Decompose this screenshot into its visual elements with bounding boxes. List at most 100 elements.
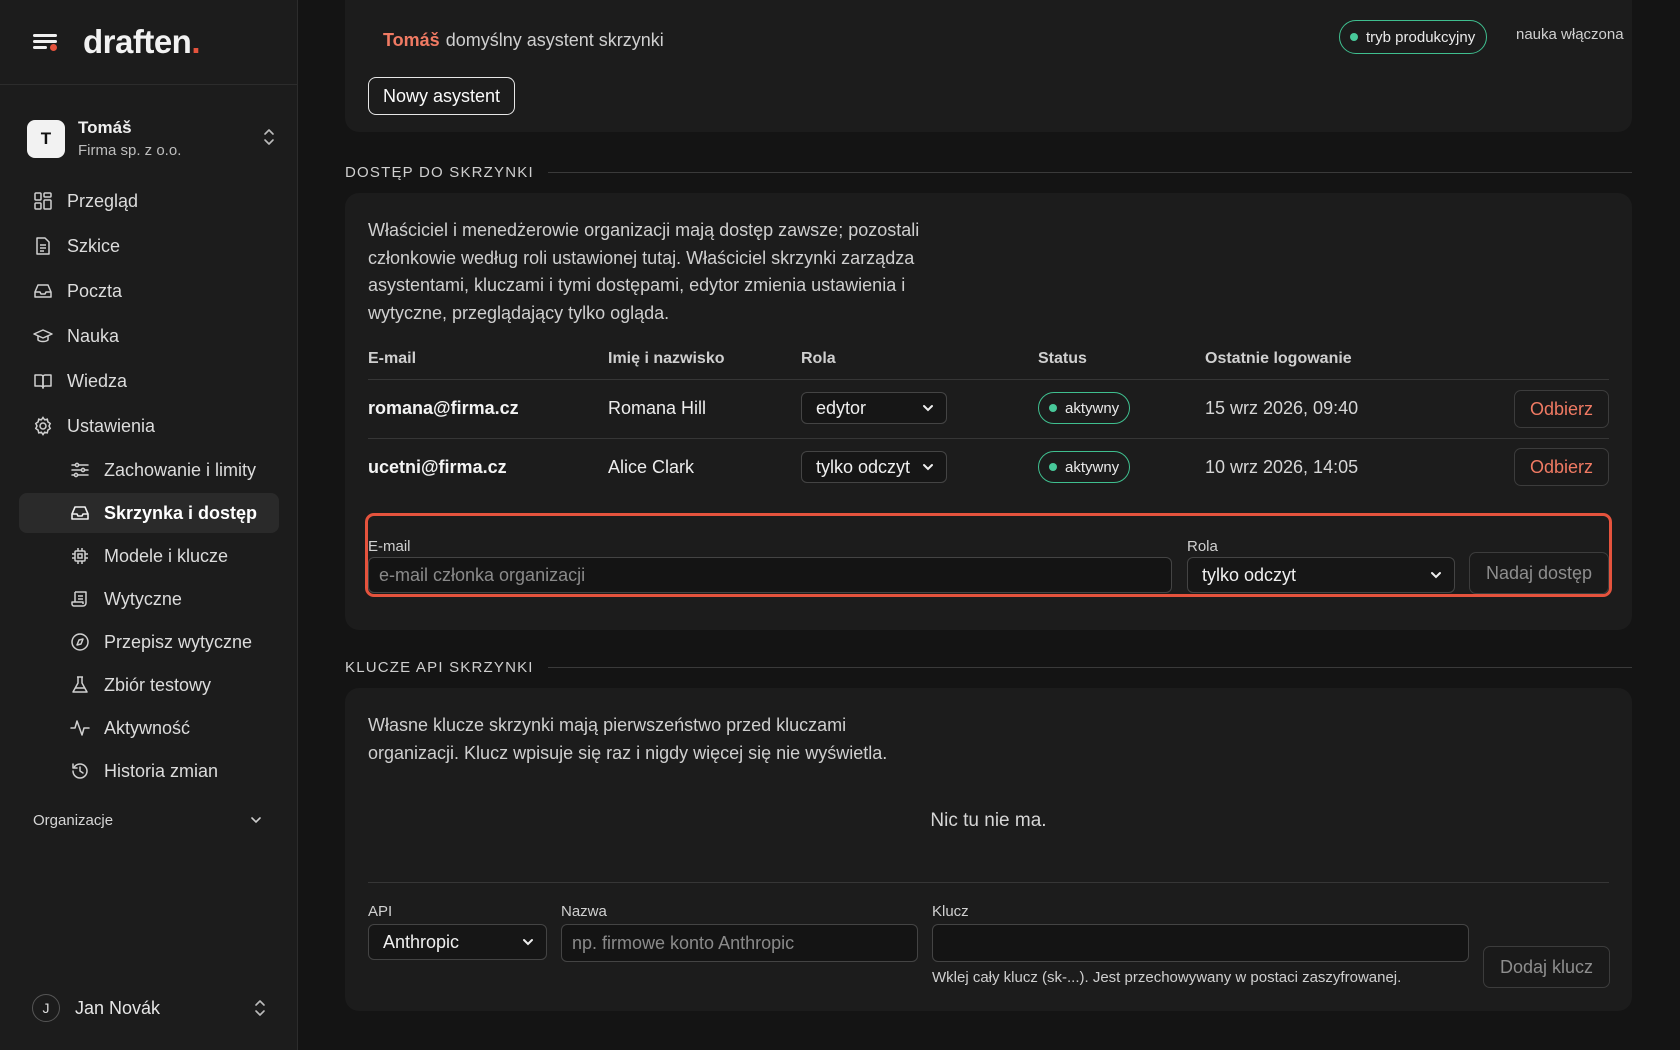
- divider: [368, 438, 1609, 439]
- chevron-down-icon: [923, 405, 933, 412]
- divider: [368, 882, 1609, 883]
- api-provider-value: Anthropic: [383, 931, 460, 952]
- subnav-item-test-set[interactable]: Zbiór testowy: [19, 665, 279, 705]
- grant-role-select[interactable]: tylko odczyt: [1187, 557, 1455, 593]
- chevron-updown-icon: [264, 129, 274, 145]
- row-name: Alice Clark: [608, 457, 695, 477]
- graduation-cap-icon: [33, 329, 53, 343]
- chevron-updown-icon: [255, 1000, 265, 1016]
- row-name: Romana Hill: [608, 398, 707, 418]
- subnav-item-history[interactable]: Historia zmian: [19, 751, 279, 791]
- flask-icon: [72, 676, 88, 693]
- org-switcher[interactable]: T Tomáš Firma sp. z o.o.: [27, 116, 277, 162]
- keys-intro: Własne klucze skrzynki mają pierwszeństw…: [368, 715, 888, 763]
- subnav-item-models-keys[interactable]: Modele i klucze: [19, 536, 279, 576]
- email-label: E-mail: [368, 538, 411, 555]
- chevron-down-icon: [523, 939, 533, 946]
- subnav-item-behavior[interactable]: Zachowanie i limity: [19, 450, 279, 490]
- email-field[interactable]: e-mail członka organizacji: [368, 557, 1172, 593]
- learning-status: nauka włączona: [1516, 26, 1624, 43]
- role-select-value: tylko odczyt: [816, 456, 911, 477]
- nav-item-label: Szkice: [67, 235, 121, 256]
- keys-section-heading: KLUCZE API SKRZYNKI: [345, 657, 1632, 677]
- key-name-label: Nazwa: [561, 903, 607, 920]
- subnav-item-guidelines[interactable]: Wytyczne: [19, 579, 279, 619]
- grant-role-value: tylko odczyt: [1202, 564, 1297, 585]
- row-email: ucetni@firma.cz: [368, 457, 507, 477]
- nav-item-mail[interactable]: Poczta: [19, 270, 279, 312]
- role-select[interactable]: tylko odczyt: [801, 451, 947, 483]
- app-logo[interactable]: draften.: [83, 23, 200, 61]
- api-keys-card: Własne klucze skrzynki mają pierwszeństw…: [345, 688, 1632, 1011]
- menu-toggle-icon[interactable]: [33, 29, 59, 55]
- mode-badge-label: tryb produkcyjny: [1366, 28, 1476, 46]
- activity-icon: [70, 720, 90, 736]
- user-name: Jan Novák: [75, 997, 161, 1018]
- section-title: DOSTĘP DO SKRZYNKI: [345, 163, 534, 181]
- column-header-name: Imię i nazwisko: [608, 350, 725, 367]
- subnav-item-label: Historia zmian: [104, 760, 219, 781]
- assistant-name[interactable]: Tomáš: [383, 30, 440, 50]
- column-header-status: Status: [1038, 350, 1087, 367]
- organizations-section-toggle[interactable]: Organizacje: [33, 808, 263, 832]
- api-key-field[interactable]: [932, 924, 1469, 962]
- nav-item-label: Nauka: [67, 325, 120, 346]
- avatar: J: [32, 994, 60, 1022]
- revoke-button[interactable]: Odbierz: [1514, 448, 1609, 486]
- status-dot: [1049, 404, 1057, 412]
- role-select-value: edytor: [816, 397, 867, 418]
- subnav-item-rewrite-guidelines[interactable]: Przepisz wytyczne: [19, 622, 279, 662]
- revoke-button[interactable]: Odbierz: [1514, 390, 1609, 428]
- row-last-login: 15 wrz 2026, 09:40: [1205, 398, 1359, 418]
- org-avatar: T: [27, 120, 65, 158]
- api-provider-select[interactable]: Anthropic: [368, 924, 547, 960]
- subnav-item-label: Modele i klucze: [104, 545, 229, 566]
- subnav-item-activity[interactable]: Aktywność: [19, 708, 279, 748]
- key-name-field[interactable]: np. firmowe konto Anthropic: [561, 924, 918, 962]
- divider: [368, 379, 1609, 380]
- empty-state: Nic tu nie ma.: [930, 810, 1047, 831]
- key-label: Klucz: [932, 903, 969, 920]
- chevron-down-icon: [1431, 572, 1441, 579]
- chevron-down-icon: [923, 464, 933, 471]
- subnav-item-label: Wytyczne: [104, 588, 182, 609]
- role-label: Rola: [1187, 538, 1218, 555]
- sidebar: draften. T Tomáš Firma sp. z o.o. Przegl…: [0, 0, 298, 1050]
- access-intro: Właściciel i menedżerowie organizacji ma…: [368, 220, 920, 323]
- user-menu[interactable]: J Jan Novák: [32, 992, 268, 1024]
- nav-item-knowledge[interactable]: Wiedza: [19, 360, 279, 402]
- status-label: aktywny: [1065, 399, 1120, 417]
- chip-icon: [72, 548, 88, 564]
- assistant-description: domyślny asystent skrzynki: [445, 30, 664, 50]
- add-key-button[interactable]: Dodaj klucz: [1483, 946, 1610, 988]
- status-badge: tryb produkcyjny: [1339, 20, 1488, 54]
- nav-item-settings[interactable]: Ustawienia: [19, 405, 279, 447]
- nav-item-learning[interactable]: Nauka: [19, 315, 279, 357]
- email-placeholder: e-mail członka organizacji: [379, 564, 586, 585]
- nav-item-overview[interactable]: Przegląd: [19, 180, 279, 222]
- role-select[interactable]: edytor: [801, 392, 947, 424]
- subnav-item-inbox-access[interactable]: Skrzynka i dostęp: [19, 493, 279, 533]
- new-assistant-button[interactable]: Nowy asystent: [368, 77, 516, 115]
- org-name: Tomáš: [78, 117, 132, 137]
- scroll-icon: [71, 591, 87, 607]
- api-label: API: [368, 903, 393, 920]
- nav-item-label: Przegląd: [67, 190, 139, 211]
- nav-item-label: Ustawienia: [67, 415, 156, 436]
- subnav-item-label: Skrzynka i dostęp: [104, 502, 258, 523]
- column-header-last-login: Ostatnie logowanie: [1205, 350, 1352, 367]
- history-icon: [72, 763, 88, 779]
- grant-access-button[interactable]: Nadaj dostęp: [1469, 552, 1609, 594]
- nav-item-label: Poczta: [67, 280, 123, 301]
- section-title: KLUCZE API SKRZYNKI: [345, 658, 534, 676]
- status-badge: aktywny: [1038, 392, 1131, 424]
- api-key-hint: Wklej cały klucz (sk-...). Jest przechow…: [932, 969, 1402, 986]
- subnav-item-label: Przepisz wytyczne: [104, 631, 253, 652]
- nav-item-drafts[interactable]: Szkice: [19, 225, 279, 267]
- sliders-icon: [71, 462, 89, 478]
- dashboard-icon: [34, 192, 52, 210]
- org-subtitle: Firma sp. z o.o.: [78, 141, 182, 159]
- status-label: aktywny: [1065, 458, 1120, 476]
- document-icon: [36, 237, 50, 255]
- main-nav: Przegląd Szkice Poczta Nauka Wiedza Usta…: [19, 180, 279, 794]
